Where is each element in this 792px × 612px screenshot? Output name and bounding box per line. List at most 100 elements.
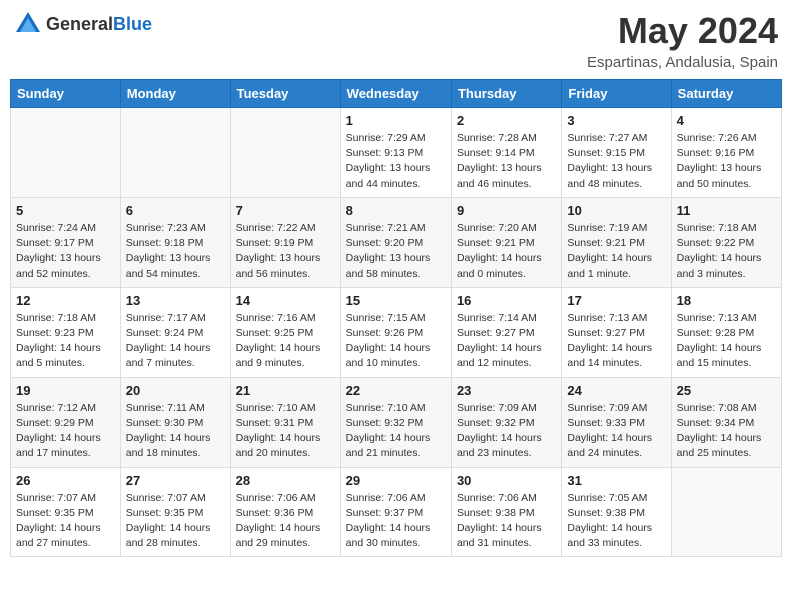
cell-date-number: 19: [16, 383, 115, 398]
calendar-cell: [230, 108, 340, 198]
cell-date-number: 15: [346, 293, 446, 308]
cell-date-number: 12: [16, 293, 115, 308]
location-subtitle: Espartinas, Andalusia, Spain: [587, 54, 778, 71]
calendar-cell: 19 Sunrise: 7:12 AM Sunset: 9:29 PM Dayli…: [11, 377, 121, 467]
cell-info-text: Sunrise: 7:16 AM Sunset: 9:25 PM Dayligh…: [236, 311, 335, 372]
calendar-cell: 8 Sunrise: 7:21 AM Sunset: 9:20 PM Daylig…: [340, 197, 451, 287]
cell-date-number: 20: [126, 383, 225, 398]
cell-info-text: Sunrise: 7:20 AM Sunset: 9:21 PM Dayligh…: [457, 221, 556, 282]
calendar-cell: [120, 108, 230, 198]
cell-info-text: Sunrise: 7:23 AM Sunset: 9:18 PM Dayligh…: [126, 221, 225, 282]
cell-info-text: Sunrise: 7:05 AM Sunset: 9:38 PM Dayligh…: [567, 491, 665, 552]
logo: GeneralBlue: [14, 10, 152, 38]
cell-date-number: 8: [346, 203, 446, 218]
cell-date-number: 28: [236, 473, 335, 488]
cell-info-text: Sunrise: 7:22 AM Sunset: 9:19 PM Dayligh…: [236, 221, 335, 282]
cell-date-number: 25: [677, 383, 776, 398]
cell-date-number: 18: [677, 293, 776, 308]
cell-info-text: Sunrise: 7:24 AM Sunset: 9:17 PM Dayligh…: [16, 221, 115, 282]
cell-date-number: 13: [126, 293, 225, 308]
logo-icon: [14, 10, 42, 38]
weekday-header-friday: Friday: [562, 80, 671, 108]
week-row-1: 1Sunrise: 7:29 AM Sunset: 9:13 PM Daylig…: [11, 108, 782, 198]
cell-info-text: Sunrise: 7:14 AM Sunset: 9:27 PM Dayligh…: [457, 311, 556, 372]
cell-info-text: Sunrise: 7:27 AM Sunset: 9:15 PM Dayligh…: [567, 131, 665, 192]
cell-info-text: Sunrise: 7:19 AM Sunset: 9:21 PM Dayligh…: [567, 221, 665, 282]
cell-date-number: 29: [346, 473, 446, 488]
calendar-cell: 20 Sunrise: 7:11 AM Sunset: 9:30 PM Dayli…: [120, 377, 230, 467]
calendar-cell: 13Sunrise: 7:17 AM Sunset: 9:24 PM Dayli…: [120, 287, 230, 377]
calendar-table: SundayMondayTuesdayWednesdayThursdayFrid…: [10, 79, 782, 557]
weekday-header-row: SundayMondayTuesdayWednesdayThursdayFrid…: [11, 80, 782, 108]
cell-date-number: 21: [236, 383, 335, 398]
weekday-header-wednesday: Wednesday: [340, 80, 451, 108]
calendar-cell: 4Sunrise: 7:26 AM Sunset: 9:16 PM Daylig…: [671, 108, 781, 198]
cell-info-text: Sunrise: 7:06 AM Sunset: 9:38 PM Dayligh…: [457, 491, 556, 552]
cell-info-text: Sunrise: 7:18 AM Sunset: 9:23 PM Dayligh…: [16, 311, 115, 372]
cell-info-text: Sunrise: 7:08 AM Sunset: 9:34 PM Dayligh…: [677, 401, 776, 462]
cell-info-text: Sunrise: 7:09 AM Sunset: 9:32 PM Dayligh…: [457, 401, 556, 462]
cell-date-number: 5: [16, 203, 115, 218]
calendar-cell: 31Sunrise: 7:05 AM Sunset: 9:38 PM Dayli…: [562, 467, 671, 557]
calendar-cell: [11, 108, 121, 198]
calendar-cell: 11 Sunrise: 7:18 AM Sunset: 9:22 PM Dayli…: [671, 197, 781, 287]
cell-info-text: Sunrise: 7:15 AM Sunset: 9:26 PM Dayligh…: [346, 311, 446, 372]
calendar-cell: 1Sunrise: 7:29 AM Sunset: 9:13 PM Daylig…: [340, 108, 451, 198]
cell-date-number: 11: [677, 203, 776, 218]
calendar-cell: 24 Sunrise: 7:09 AM Sunset: 9:33 PM Dayli…: [562, 377, 671, 467]
calendar-cell: 10 Sunrise: 7:19 AM Sunset: 9:21 PM Dayli…: [562, 197, 671, 287]
cell-info-text: Sunrise: 7:11 AM Sunset: 9:30 PM Dayligh…: [126, 401, 225, 462]
title-block: May 2024 Espartinas, Andalusia, Spain: [587, 10, 778, 71]
cell-info-text: Sunrise: 7:07 AM Sunset: 9:35 PM Dayligh…: [126, 491, 225, 552]
calendar-cell: 29 Sunrise: 7:06 AM Sunset: 9:37 PM Dayli…: [340, 467, 451, 557]
cell-date-number: 1: [346, 113, 446, 128]
calendar-cell: 6 Sunrise: 7:23 AM Sunset: 9:18 PM Daylig…: [120, 197, 230, 287]
calendar-cell: 12 Sunrise: 7:18 AM Sunset: 9:23 PM Dayli…: [11, 287, 121, 377]
calendar-cell: 2Sunrise: 7:28 AM Sunset: 9:14 PM Daylig…: [451, 108, 561, 198]
calendar-cell: 15 Sunrise: 7:15 AM Sunset: 9:26 PM Dayli…: [340, 287, 451, 377]
cell-date-number: 3: [567, 113, 665, 128]
cell-info-text: Sunrise: 7:18 AM Sunset: 9:22 PM Dayligh…: [677, 221, 776, 282]
weekday-header-saturday: Saturday: [671, 80, 781, 108]
calendar-cell: 22 Sunrise: 7:10 AM Sunset: 9:32 PM Dayli…: [340, 377, 451, 467]
cell-date-number: 24: [567, 383, 665, 398]
cell-info-text: Sunrise: 7:13 AM Sunset: 9:28 PM Dayligh…: [677, 311, 776, 372]
cell-date-number: 6: [126, 203, 225, 218]
calendar-cell: 28 Sunrise: 7:06 AM Sunset: 9:36 PM Dayli…: [230, 467, 340, 557]
cell-date-number: 23: [457, 383, 556, 398]
calendar-cell: 7 Sunrise: 7:22 AM Sunset: 9:19 PM Daylig…: [230, 197, 340, 287]
cell-date-number: 22: [346, 383, 446, 398]
calendar-cell: 25 Sunrise: 7:08 AM Sunset: 9:34 PM Dayli…: [671, 377, 781, 467]
weekday-header-monday: Monday: [120, 80, 230, 108]
cell-date-number: 10: [567, 203, 665, 218]
calendar-cell: 9 Sunrise: 7:20 AM Sunset: 9:21 PM Daylig…: [451, 197, 561, 287]
cell-info-text: Sunrise: 7:13 AM Sunset: 9:27 PM Dayligh…: [567, 311, 665, 372]
cell-info-text: Sunrise: 7:28 AM Sunset: 9:14 PM Dayligh…: [457, 131, 556, 192]
calendar-cell: 3 Sunrise: 7:27 AM Sunset: 9:15 PM Daylig…: [562, 108, 671, 198]
cell-info-text: Sunrise: 7:10 AM Sunset: 9:32 PM Dayligh…: [346, 401, 446, 462]
logo-text-blue: Blue: [113, 14, 152, 34]
week-row-4: 19 Sunrise: 7:12 AM Sunset: 9:29 PM Dayli…: [11, 377, 782, 467]
cell-date-number: 26: [16, 473, 115, 488]
cell-info-text: Sunrise: 7:09 AM Sunset: 9:33 PM Dayligh…: [567, 401, 665, 462]
cell-info-text: Sunrise: 7:06 AM Sunset: 9:37 PM Dayligh…: [346, 491, 446, 552]
month-year-title: May 2024: [587, 10, 778, 52]
cell-info-text: Sunrise: 7:12 AM Sunset: 9:29 PM Dayligh…: [16, 401, 115, 462]
logo-text-general: General: [46, 14, 113, 34]
cell-date-number: 14: [236, 293, 335, 308]
week-row-3: 12 Sunrise: 7:18 AM Sunset: 9:23 PM Dayli…: [11, 287, 782, 377]
cell-date-number: 17: [567, 293, 665, 308]
calendar-cell: 30 Sunrise: 7:06 AM Sunset: 9:38 PM Dayli…: [451, 467, 561, 557]
calendar-cell: 23 Sunrise: 7:09 AM Sunset: 9:32 PM Dayli…: [451, 377, 561, 467]
page-header: GeneralBlue May 2024 Espartinas, Andalus…: [10, 10, 782, 71]
weekday-header-tuesday: Tuesday: [230, 80, 340, 108]
cell-date-number: 30: [457, 473, 556, 488]
cell-date-number: 27: [126, 473, 225, 488]
cell-date-number: 9: [457, 203, 556, 218]
cell-date-number: 7: [236, 203, 335, 218]
cell-info-text: Sunrise: 7:21 AM Sunset: 9:20 PM Dayligh…: [346, 221, 446, 282]
calendar-cell: 18 Sunrise: 7:13 AM Sunset: 9:28 PM Dayli…: [671, 287, 781, 377]
cell-info-text: Sunrise: 7:26 AM Sunset: 9:16 PM Dayligh…: [677, 131, 776, 192]
calendar-cell: 26Sunrise: 7:07 AM Sunset: 9:35 PM Dayli…: [11, 467, 121, 557]
cell-info-text: Sunrise: 7:06 AM Sunset: 9:36 PM Dayligh…: [236, 491, 335, 552]
